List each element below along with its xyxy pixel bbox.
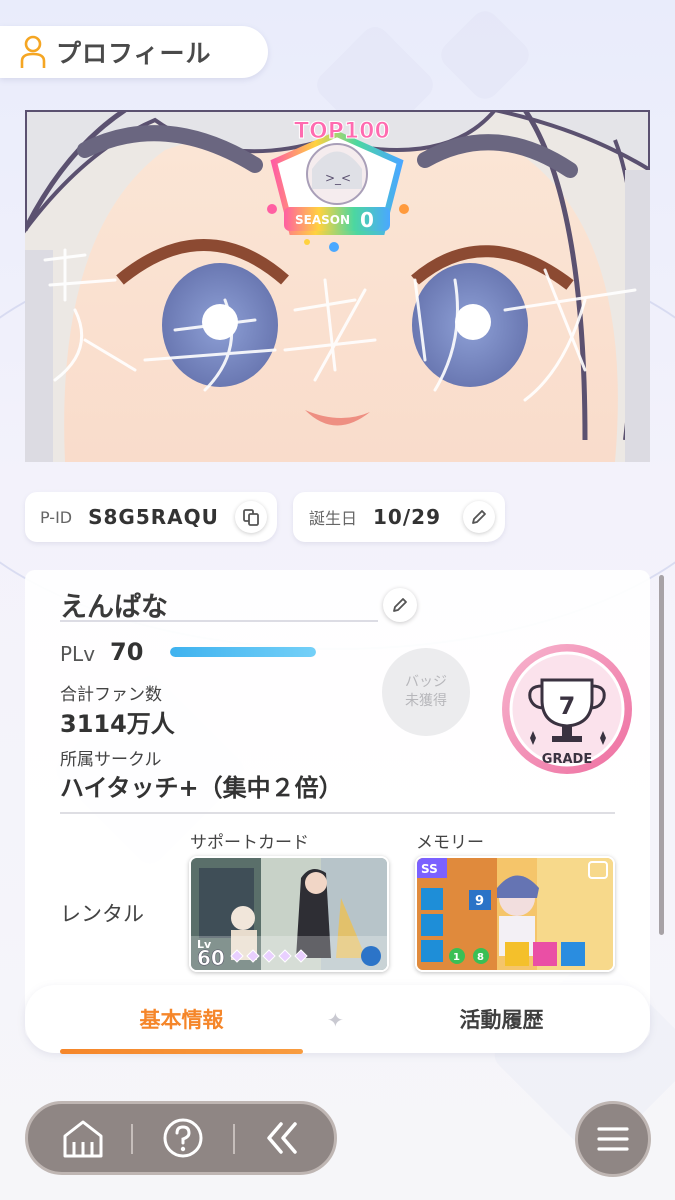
home-button[interactable] <box>38 1104 128 1172</box>
birthday-value: 10/29 <box>373 505 441 529</box>
badge-line2: 未獲得 <box>405 693 447 709</box>
pid-value: S8G5RAQU <box>88 505 219 529</box>
tab-separator-icon: ✦ <box>327 1008 344 1032</box>
top100-badge: >_< SEASON 0 TOP100 <box>267 119 409 252</box>
svg-text:0: 0 <box>360 208 374 232</box>
pid-label: P-ID <box>40 507 73 527</box>
svg-text:TOP100: TOP100 <box>294 119 390 144</box>
grade-emblem[interactable]: 7 GRADE <box>500 642 634 776</box>
help-button[interactable] <box>138 1104 228 1172</box>
profile-banner: >_< SEASON 0 TOP100 <box>25 110 650 462</box>
pencil-icon <box>393 598 407 612</box>
help-icon <box>163 1118 203 1158</box>
support-card-thumbnail[interactable]: Lv 60 <box>189 856 389 972</box>
tab-activity-history[interactable]: 活動履歴 <box>380 985 623 1053</box>
plv-label: PLv <box>60 642 96 666</box>
active-tab-indicator <box>60 1049 303 1054</box>
page-title: プロフィール <box>56 39 212 68</box>
player-name: えんぱな <box>60 592 168 623</box>
scrollbar[interactable] <box>659 575 664 935</box>
edit-birthday-button[interactable] <box>463 501 495 533</box>
pid-pill: P-ID S8G5RAQU <box>25 492 277 542</box>
svg-text:SS: SS <box>421 862 438 876</box>
support-card-label: サポートカード <box>190 833 309 853</box>
back-button[interactable] <box>238 1104 328 1172</box>
home-icon <box>63 1120 103 1158</box>
memory-label: メモリー <box>416 833 484 853</box>
badge-line1: バッジ <box>405 674 447 690</box>
menu-icon <box>597 1127 629 1151</box>
copy-icon <box>243 509 259 526</box>
svg-text:7: 7 <box>559 692 576 720</box>
svg-text:GRADE: GRADE <box>542 752 592 767</box>
plv-progress-fill <box>170 647 316 657</box>
circle-value: ハイタッチ+（集中２倍） <box>60 774 343 802</box>
edit-name-button[interactable] <box>383 588 417 622</box>
fans-label: 合計ファン数 <box>60 685 162 705</box>
page-header: プロフィール <box>0 26 268 78</box>
svg-text:60: 60 <box>197 946 225 970</box>
svg-text:>_<: >_< <box>325 171 351 185</box>
person-icon <box>20 35 46 69</box>
name-underline <box>60 620 378 622</box>
bottom-nav <box>25 1101 337 1175</box>
back-icon <box>267 1122 297 1154</box>
birthday-pill: 誕生日 10/29 <box>293 492 505 542</box>
svg-text:1: 1 <box>453 952 460 963</box>
plv-value: 70 <box>110 638 144 666</box>
rental-label: レンタル <box>60 902 144 926</box>
menu-button[interactable] <box>575 1101 651 1177</box>
svg-text:8: 8 <box>477 952 484 963</box>
memory-thumbnail[interactable]: SS 9 1 8 <box>415 856 615 972</box>
birthday-label: 誕生日 <box>309 509 358 528</box>
plv-progress-bar <box>170 647 316 657</box>
badge-slot[interactable]: バッジ 未獲得 <box>382 648 470 736</box>
pencil-icon <box>472 510 486 524</box>
copy-button[interactable] <box>235 501 267 533</box>
fans-value: 3114万人 <box>60 710 175 738</box>
circle-label: 所属サークル <box>60 750 162 770</box>
section-divider <box>60 812 615 814</box>
svg-text:9: 9 <box>475 894 484 909</box>
tab-basic-info[interactable]: 基本情報 <box>60 985 303 1053</box>
svg-text:SEASON: SEASON <box>295 213 350 227</box>
